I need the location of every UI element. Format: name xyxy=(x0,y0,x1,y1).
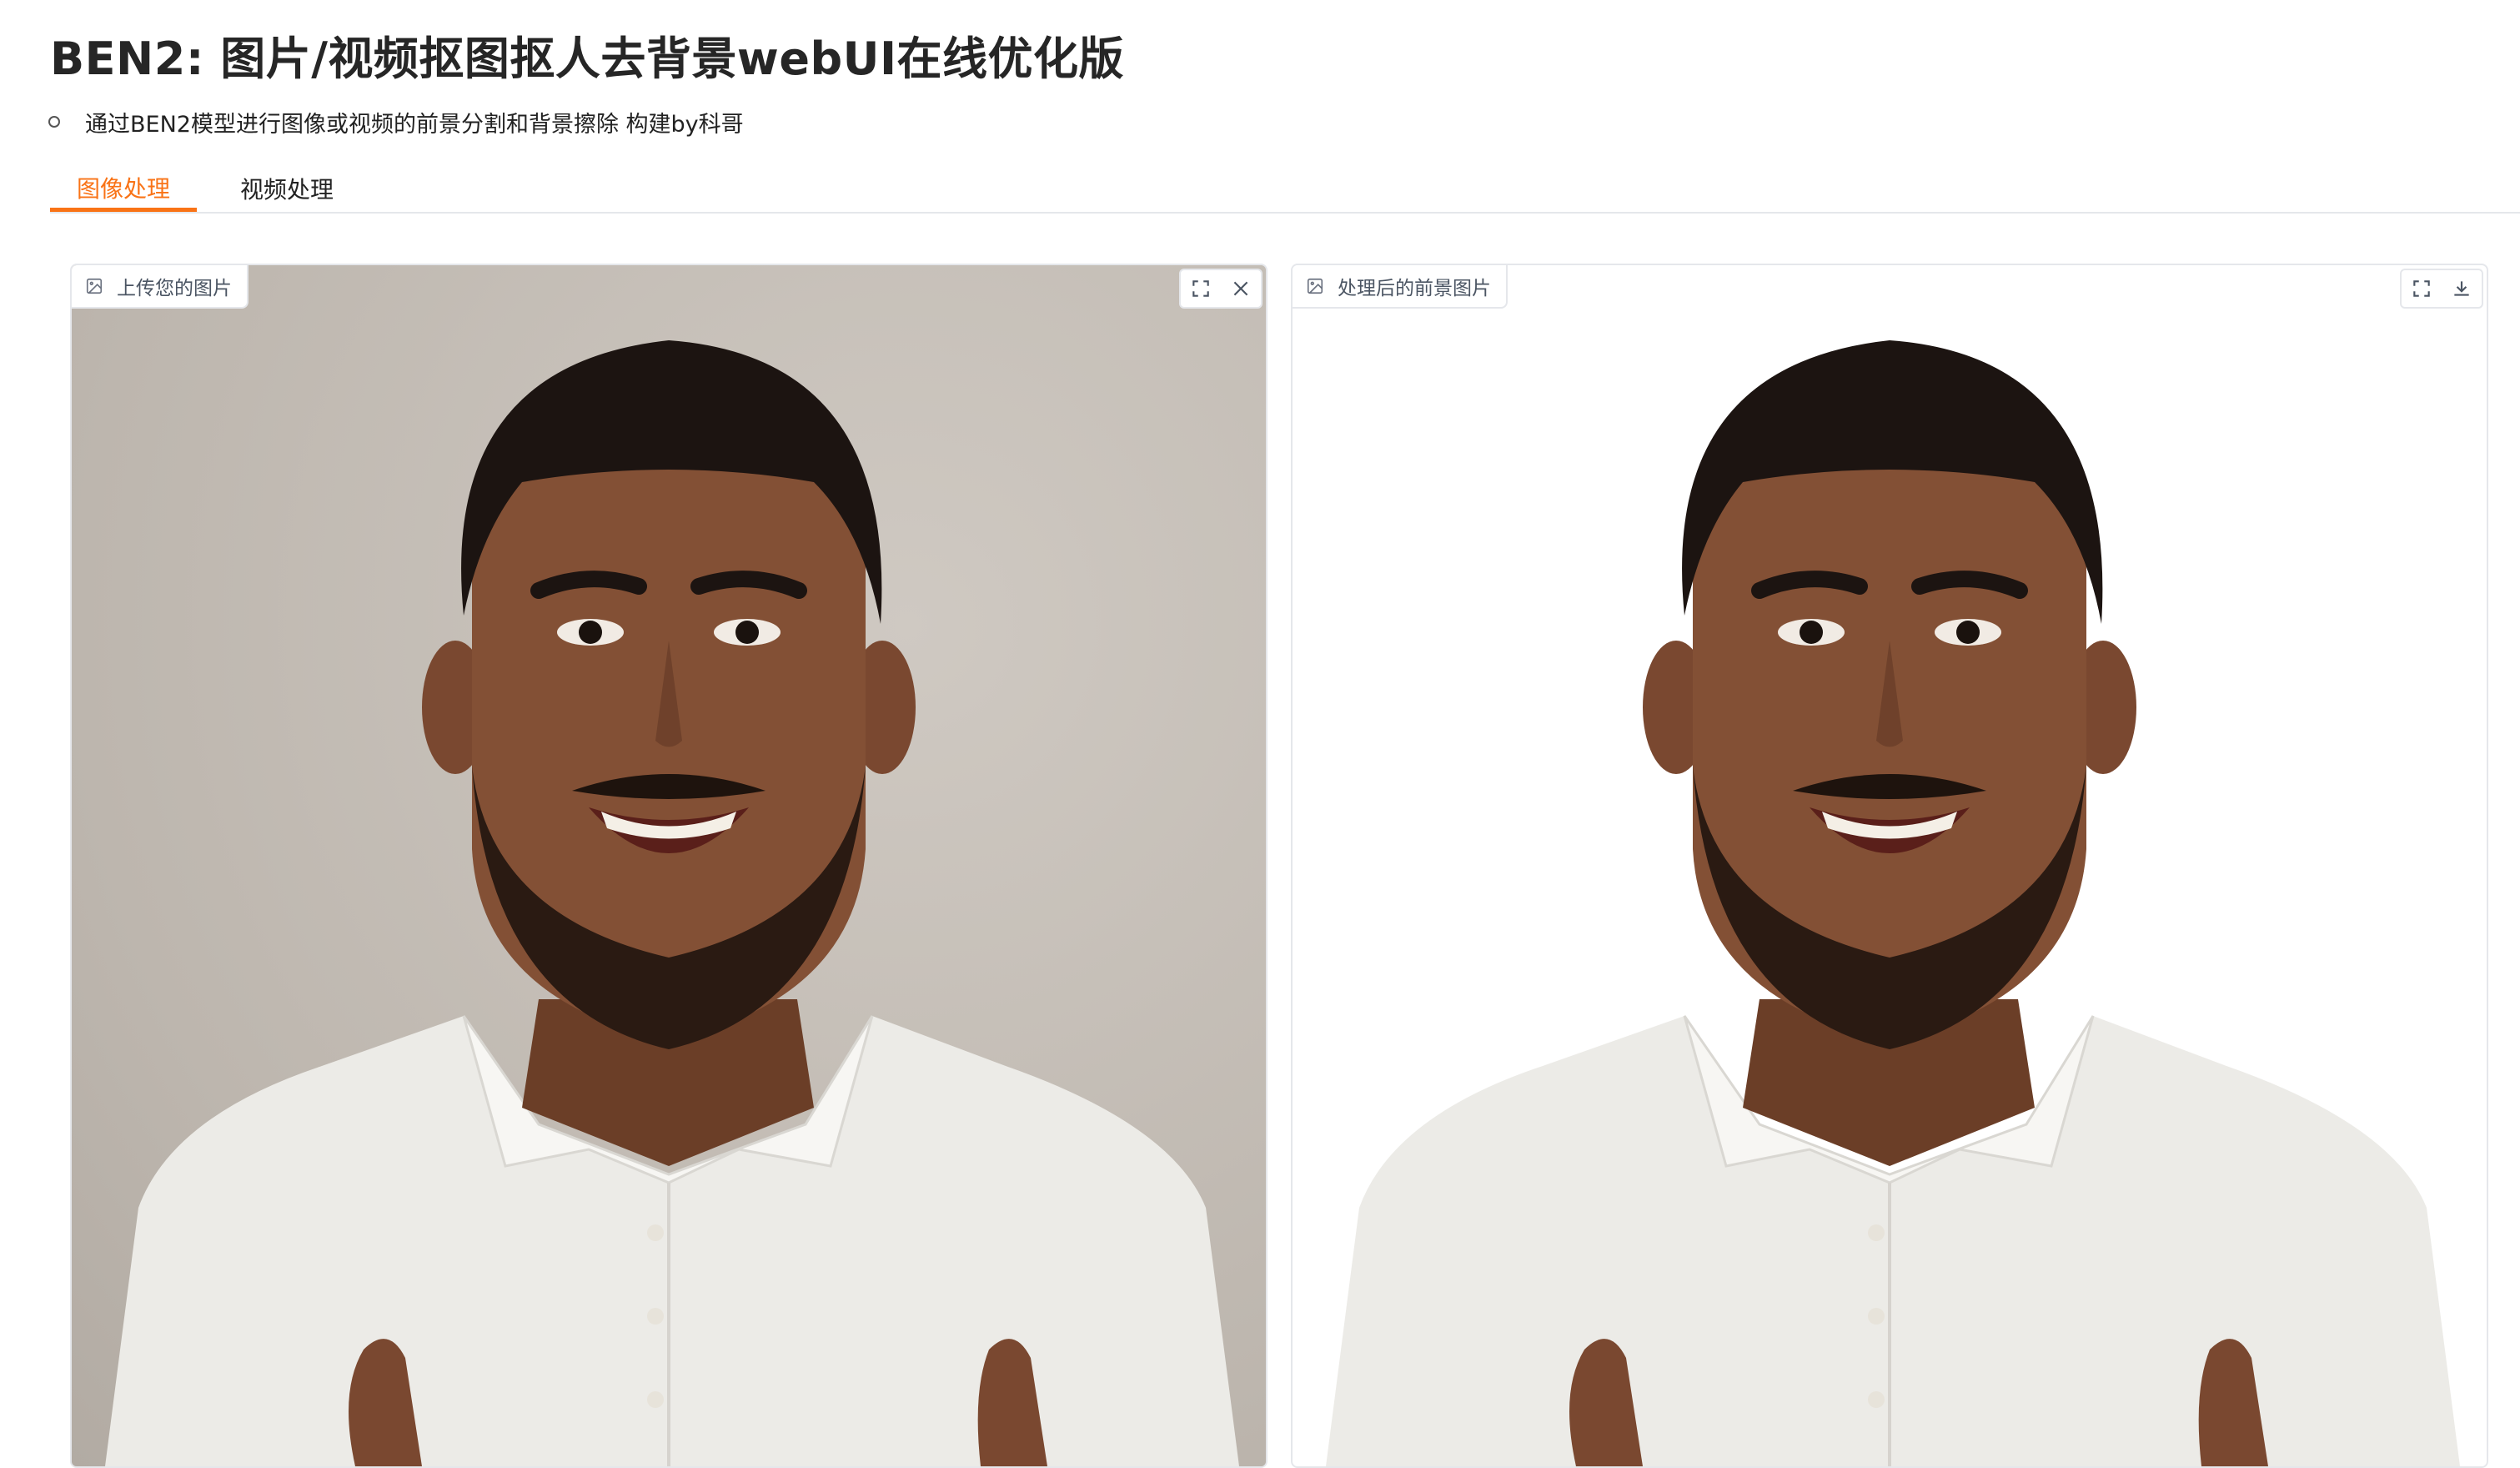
input-image-panel[interactable]: 上传您的图片 xyxy=(70,264,1268,1468)
fullscreen-button[interactable] xyxy=(2402,270,2442,307)
output-image-label-text: 处理后的前景图片 xyxy=(1338,278,1491,299)
fullscreen-icon xyxy=(1192,280,1209,297)
tab-image-processing[interactable]: 图像处理 xyxy=(50,167,197,212)
input-image-label-text: 上传您的图片 xyxy=(117,278,232,299)
output-image-panel: 处理后的前景图片 xyxy=(1291,264,2488,1468)
foreground-photo xyxy=(1326,340,2460,1466)
input-image-actions xyxy=(1179,269,1263,309)
description-item: 通过BEN2模型进行图像或视频的前景分割和背景擦除 构建by科哥 xyxy=(48,105,744,138)
description-text: 通过BEN2模型进行图像或视频的前景分割和背景擦除 构建by科哥 xyxy=(85,111,744,138)
download-button[interactable] xyxy=(2442,270,2482,307)
fullscreen-button[interactable] xyxy=(1181,270,1221,307)
clear-image-button[interactable] xyxy=(1221,270,1261,307)
portrait-photo xyxy=(105,340,1239,1466)
output-image-label: 处理后的前景图片 xyxy=(1293,265,1508,309)
bullet-icon xyxy=(48,116,60,128)
image-icon xyxy=(1307,278,1323,294)
tab-bar: 图像处理 视频处理 xyxy=(50,167,2520,214)
tab-video-processing[interactable]: 视频处理 xyxy=(228,167,345,210)
download-icon xyxy=(2454,281,2469,296)
image-icon xyxy=(86,278,103,294)
fullscreen-icon xyxy=(2413,280,2430,297)
input-image-label: 上传您的图片 xyxy=(72,265,248,309)
close-icon xyxy=(1233,281,1248,296)
page-title: BEN2: 图片/视频抠图抠人去背景webUI在线优化版 xyxy=(50,33,1125,85)
output-image-actions xyxy=(2400,269,2483,309)
